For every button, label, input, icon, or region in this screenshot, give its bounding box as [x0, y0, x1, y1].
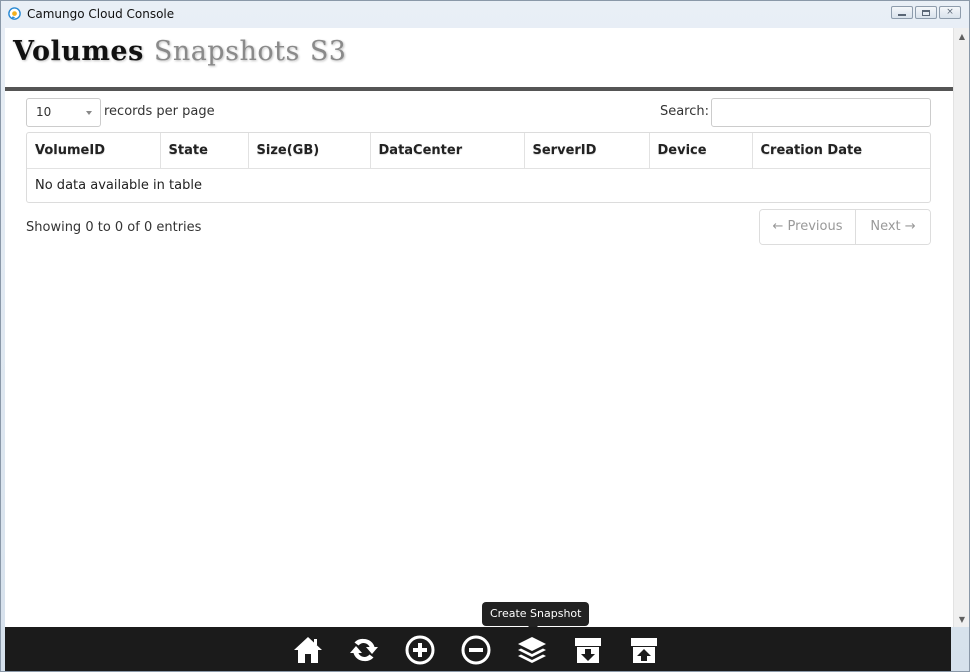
maximize-button[interactable] [915, 6, 937, 19]
plus-circle-icon [405, 635, 435, 665]
header-tabs: Volumes Snapshots S3 [13, 36, 347, 67]
minus-circle-icon [461, 635, 491, 665]
client-area: Volumes Snapshots S3 10 records per page… [5, 28, 953, 627]
title-bar[interactable]: Camungo Cloud Console × [1, 1, 969, 28]
entries-info: Showing 0 to 0 of 0 entries [26, 220, 202, 235]
volumes-table: VolumeID State Size(GB) DataCenter Serve… [26, 132, 931, 203]
pagination: ← Previous Next → [759, 209, 931, 245]
scroll-up-icon[interactable]: ▲ [954, 28, 970, 44]
table-controls: 10 records per page Search: [26, 98, 931, 128]
column-header-state[interactable]: State [160, 133, 249, 169]
app-window: Camungo Cloud Console × Volumes Snapshot… [0, 0, 970, 672]
records-per-page-select[interactable]: 10 [26, 98, 101, 127]
column-header-serverid[interactable]: ServerID [524, 133, 650, 169]
column-header-size[interactable]: Size(GB) [248, 133, 371, 169]
window-controls: × [891, 6, 961, 20]
remove-volume-button[interactable] [459, 633, 493, 667]
table-header-row: VolumeID State Size(GB) DataCenter Serve… [27, 133, 930, 169]
minimize-icon [898, 14, 906, 16]
maximize-icon [922, 9, 930, 16]
section-header: Volumes Snapshots S3 [5, 28, 953, 91]
refresh-icon [350, 638, 378, 662]
upload-button[interactable] [627, 633, 661, 667]
previous-page-button[interactable]: ← Previous [760, 210, 856, 244]
column-header-datacenter[interactable]: DataCenter [370, 133, 525, 169]
window-title: Camungo Cloud Console [27, 7, 175, 21]
minimize-button[interactable] [891, 6, 913, 19]
close-icon: × [946, 7, 954, 17]
empty-table-message: No data available in table [35, 177, 202, 193]
search-label: Search: [659, 104, 709, 119]
next-page-button[interactable]: Next → [856, 210, 930, 244]
layers-icon [518, 637, 546, 663]
create-snapshot-button[interactable] [515, 633, 549, 667]
app-logo-icon [8, 7, 21, 20]
home-icon [294, 637, 322, 663]
download-button[interactable] [571, 633, 605, 667]
table-row: No data available in table [27, 168, 930, 202]
tooltip-text: Create Snapshot [490, 607, 582, 620]
refresh-button[interactable] [347, 633, 381, 667]
column-header-device[interactable]: Device [649, 133, 753, 169]
tab-s3[interactable]: S3 [310, 36, 347, 67]
search-input[interactable] [711, 98, 931, 127]
box-download-icon [575, 638, 601, 663]
records-per-page-label: records per page [104, 104, 215, 119]
records-per-page-value: 10 [36, 105, 52, 119]
tooltip: Create Snapshot [482, 602, 590, 631]
chevron-down-icon [86, 111, 92, 115]
tab-volumes[interactable]: Volumes [13, 36, 144, 67]
column-header-volumeid[interactable]: VolumeID [27, 133, 161, 169]
close-button[interactable]: × [939, 6, 961, 19]
add-volume-button[interactable] [403, 633, 437, 667]
home-button[interactable] [291, 633, 325, 667]
tab-snapshots[interactable]: Snapshots [154, 36, 300, 67]
column-header-creation-date[interactable]: Creation Date [752, 133, 930, 169]
bottom-toolbar [5, 627, 951, 671]
vertical-scrollbar[interactable]: ▲ ▼ [953, 28, 969, 627]
box-upload-icon [631, 638, 657, 663]
scroll-down-icon[interactable]: ▼ [954, 611, 970, 627]
